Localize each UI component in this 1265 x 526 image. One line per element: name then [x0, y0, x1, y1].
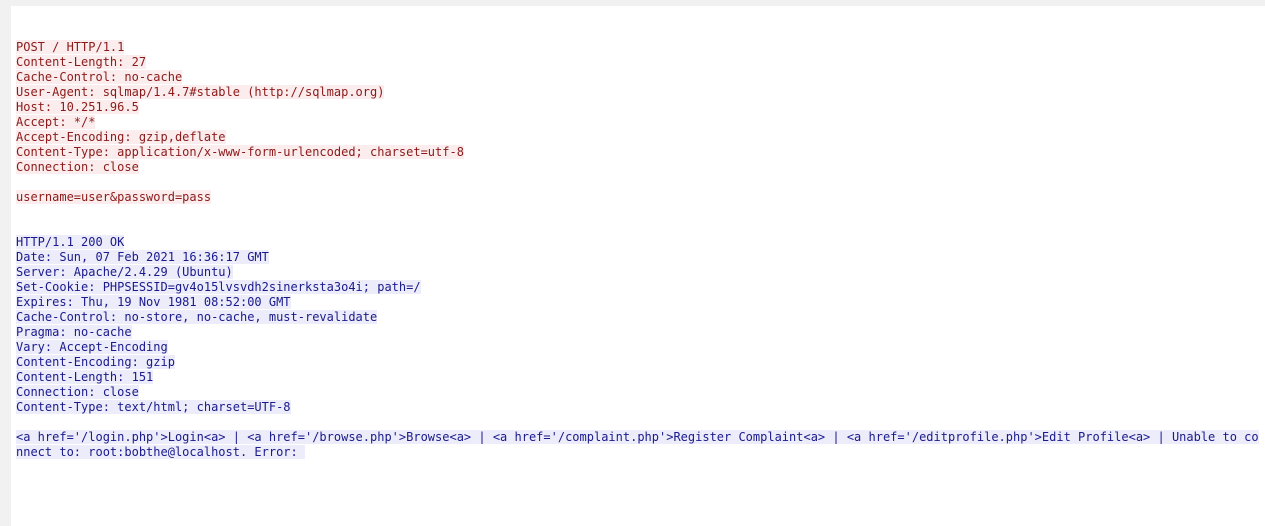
http-message-viewer: POST / HTTP/1.1 Content-Length: 27 Cache-C…	[11, 6, 1265, 526]
request-line-text: User-Agent: sqlmap/1.4.7#stable (http://…	[16, 85, 385, 99]
request-line-text: Accept-Encoding: gzip,deflate	[16, 130, 226, 144]
response-line	[16, 415, 1260, 430]
http-stream: POST / HTTP/1.1 Content-Length: 27 Cache-C…	[16, 10, 1260, 490]
response-line: Pragma: no-cache	[16, 325, 1260, 340]
response-line: Content-Encoding: gzip	[16, 355, 1260, 370]
request-line-text: Cache-Control: no-cache	[16, 70, 183, 84]
response-block: HTTP/1.1 200 OK Date: Sun, 07 Feb 2021 16…	[16, 235, 1260, 460]
response-line-text: Expires: Thu, 19 Nov 1981 08:52:00 GMT	[16, 295, 291, 309]
request-line-text: Connection: close	[16, 160, 139, 174]
request-line: Cache-Control: no-cache	[16, 70, 1260, 85]
response-line-text: Content-Length: 151	[16, 370, 154, 384]
request-line: Accept: */*	[16, 115, 1260, 130]
response-line-text: Vary: Accept-Encoding	[16, 340, 168, 354]
request-line: username=user&password=pass	[16, 190, 1260, 205]
request-line-text: username=user&password=pass	[16, 190, 212, 204]
response-line-text: Date: Sun, 07 Feb 2021 16:36:17 GMT	[16, 250, 269, 264]
response-line-text: Server: Apache/2.4.29 (Ubuntu)	[16, 265, 233, 279]
request-line: Host: 10.251.96.5	[16, 100, 1260, 115]
response-line: Server: Apache/2.4.29 (Ubuntu)	[16, 265, 1260, 280]
response-line: Expires: Thu, 19 Nov 1981 08:52:00 GMT	[16, 295, 1260, 310]
request-line: Accept-Encoding: gzip,deflate	[16, 130, 1260, 145]
request-line: POST / HTTP/1.1	[16, 40, 1260, 55]
response-line-text: Cache-Control: no-store, no-cache, must-…	[16, 310, 378, 324]
response-line: <a href='/login.php'>Login<a> | <a href=…	[16, 430, 1260, 460]
request-line-text: Host: 10.251.96.5	[16, 100, 139, 114]
response-line: Set-Cookie: PHPSESSID=gv4o15lvsvdh2siner…	[16, 280, 1260, 295]
request-line: Content-Type: application/x-www-form-url…	[16, 145, 1260, 160]
response-line-text: Connection: close	[16, 385, 139, 399]
request-line: User-Agent: sqlmap/1.4.7#stable (http://…	[16, 85, 1260, 100]
request-line-text: POST / HTTP/1.1	[16, 40, 125, 54]
response-line: Date: Sun, 07 Feb 2021 16:36:17 GMT	[16, 250, 1260, 265]
response-line-text: Pragma: no-cache	[16, 325, 132, 339]
request-line: Connection: close	[16, 160, 1260, 175]
response-line: HTTP/1.1 200 OK	[16, 235, 1260, 250]
response-line-text: Set-Cookie: PHPSESSID=gv4o15lvsvdh2siner…	[16, 280, 421, 294]
request-line	[16, 175, 1260, 190]
response-line-text: <a href='/login.php'>Login<a> | <a href=…	[16, 430, 1259, 459]
response-line-text: Content-Type: text/html; charset=UTF-8	[16, 400, 291, 414]
response-line: Content-Length: 151	[16, 370, 1260, 385]
request-block: POST / HTTP/1.1 Content-Length: 27 Cache-C…	[16, 40, 1260, 205]
request-line: Content-Length: 27	[16, 55, 1260, 70]
request-line-text: Content-Type: application/x-www-form-url…	[16, 145, 464, 159]
request-line-text: Content-Length: 27	[16, 55, 147, 69]
response-line: Cache-Control: no-store, no-cache, must-…	[16, 310, 1260, 325]
response-line: Content-Type: text/html; charset=UTF-8	[16, 400, 1260, 415]
response-line: Vary: Accept-Encoding	[16, 340, 1260, 355]
response-line-text: HTTP/1.1 200 OK	[16, 235, 125, 249]
response-line: Connection: close	[16, 385, 1260, 400]
response-line-text: Content-Encoding: gzip	[16, 355, 175, 369]
request-line-text: Accept: */*	[16, 115, 96, 129]
